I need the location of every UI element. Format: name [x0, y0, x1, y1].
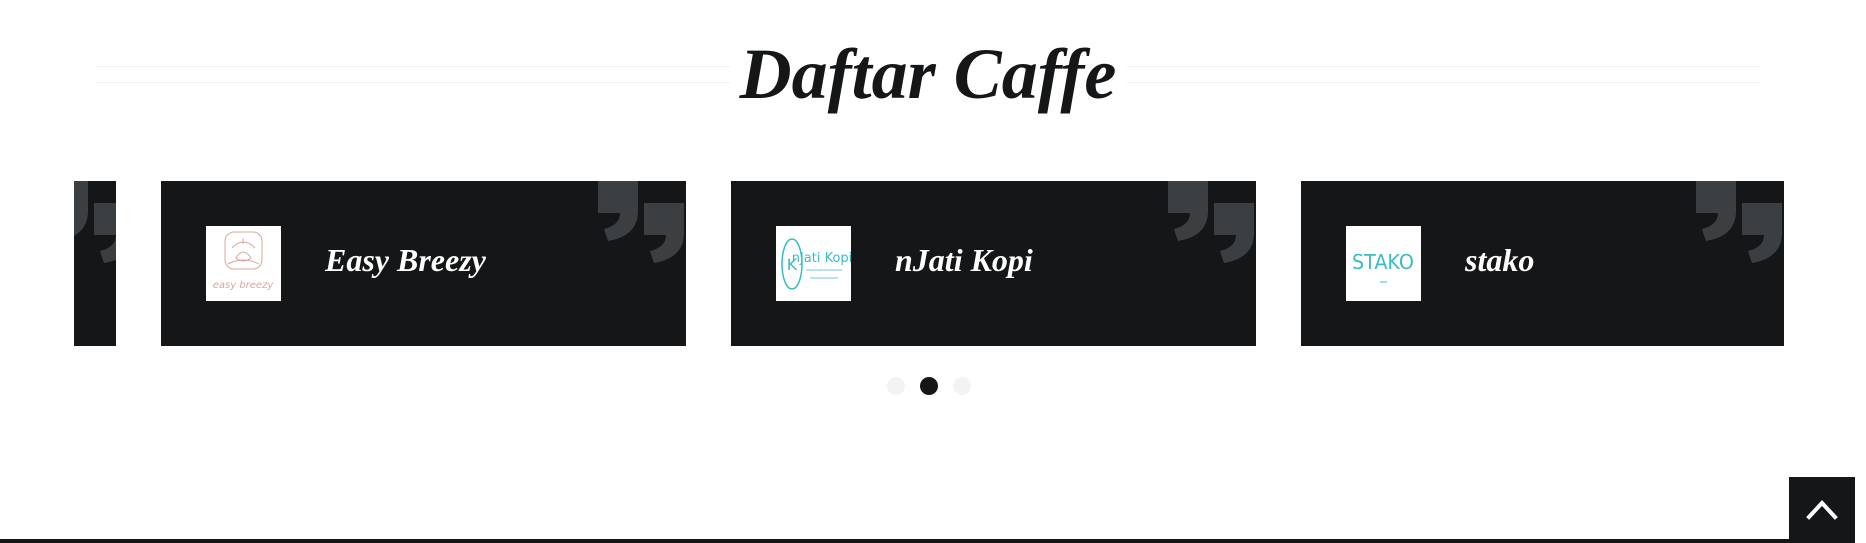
cafe-carousel[interactable]: easy breezy Easy Breezy K nJati Kopi nJa… [74, 181, 1784, 346]
cafe-name: Easy Breezy [325, 242, 486, 278]
section-header: Daftar Caffe [95, 30, 1761, 120]
cafe-name: stako [1465, 242, 1535, 278]
section-title: Daftar Caffe [729, 30, 1127, 118]
quote-mark-icon [74, 181, 116, 263]
cafe-card[interactable]: easy breezy Easy Breezy [161, 181, 686, 346]
svg-text:nJati Kopi: nJati Kopi [792, 251, 851, 266]
cafe-card[interactable]: K nJati Kopi nJati Kopi [731, 181, 1256, 346]
carousel-dot-active[interactable] [920, 377, 938, 395]
chevron-up-icon [1806, 500, 1838, 520]
carousel-dot[interactable] [953, 377, 971, 395]
njati-kopi-logo: K nJati Kopi [776, 226, 851, 301]
cafe-card[interactable]: STAKO stako [1301, 181, 1784, 346]
cafe-name: nJati Kopi [895, 242, 1033, 278]
quote-mark-icon [1168, 181, 1254, 263]
stako-logo: STAKO [1346, 226, 1421, 301]
quote-mark-icon [1696, 181, 1782, 263]
carousel-pagination [887, 376, 977, 396]
footer-border [0, 539, 1789, 543]
scroll-to-top-button[interactable] [1789, 477, 1855, 543]
svg-text:STAKO: STAKO [1352, 250, 1414, 274]
quote-mark-icon [598, 181, 684, 263]
easy-breezy-logo: easy breezy [206, 226, 281, 301]
svg-text:easy breezy: easy breezy [213, 280, 275, 291]
cafe-card-partial[interactable] [74, 181, 116, 346]
carousel-dot[interactable] [887, 377, 905, 395]
